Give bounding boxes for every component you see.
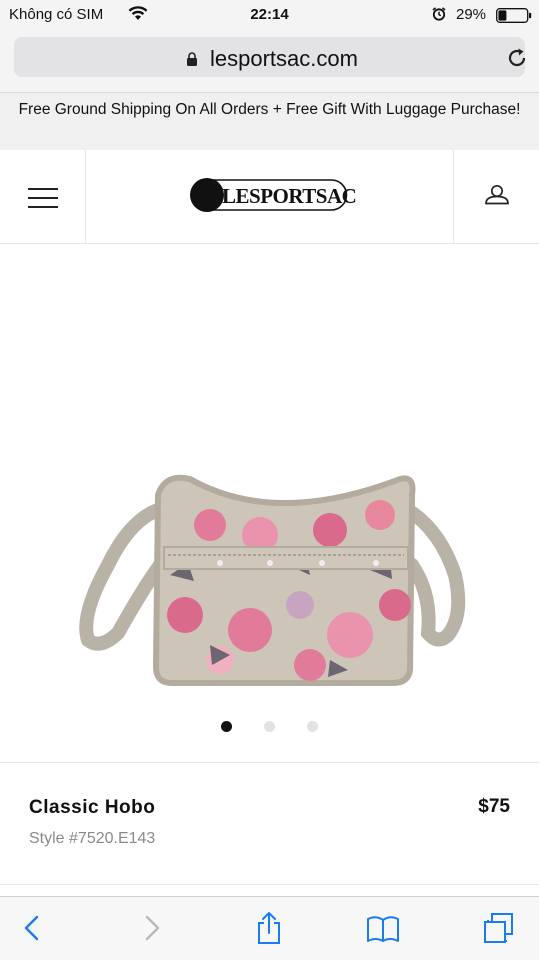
account-button[interactable] [453,150,539,243]
browser-address-area: lesportsac.com [0,32,539,92]
url-text: lesportsac.com [210,46,358,71]
account-icon [485,184,509,205]
divider [0,884,539,885]
forward-icon[interactable] [134,911,168,945]
alarm-icon [432,7,446,21]
menu-button[interactable] [0,150,86,243]
browser-toolbar [0,896,539,960]
reload-icon[interactable] [506,47,528,69]
menu-icon [28,188,58,208]
promo-text: Free Ground Shipping On All Orders + Fre… [18,101,521,118]
site-header: LESPORTSAC [0,150,539,244]
carousel-dot-3[interactable] [307,721,318,732]
product-image-bag[interactable] [60,455,480,695]
carousel-dots [0,720,539,734]
tabs-icon[interactable] [482,911,516,945]
carousel-dot-1[interactable] [221,721,232,732]
promo-banner[interactable]: Free Ground Shipping On All Orders + Fre… [0,92,539,150]
logo-text: LESPORTSAC [222,184,357,208]
battery-icon [496,8,532,23]
product-name: Classic Hobo [29,797,156,818]
share-icon[interactable] [252,911,286,945]
divider [0,762,539,763]
site-logo[interactable]: LESPORTSAC [190,176,357,214]
carousel-dot-2[interactable] [264,721,275,732]
product-price: $75 [478,796,510,817]
status-bar: Không có SIM 22:14 29% [0,0,539,32]
lock-icon [187,52,197,66]
product-style: Style #7520.E143 [29,830,156,847]
back-icon[interactable] [16,911,50,945]
battery-percent: 29% [456,6,487,23]
address-bar[interactable]: lesportsac.com [14,37,528,77]
bookmarks-icon[interactable] [366,911,400,945]
